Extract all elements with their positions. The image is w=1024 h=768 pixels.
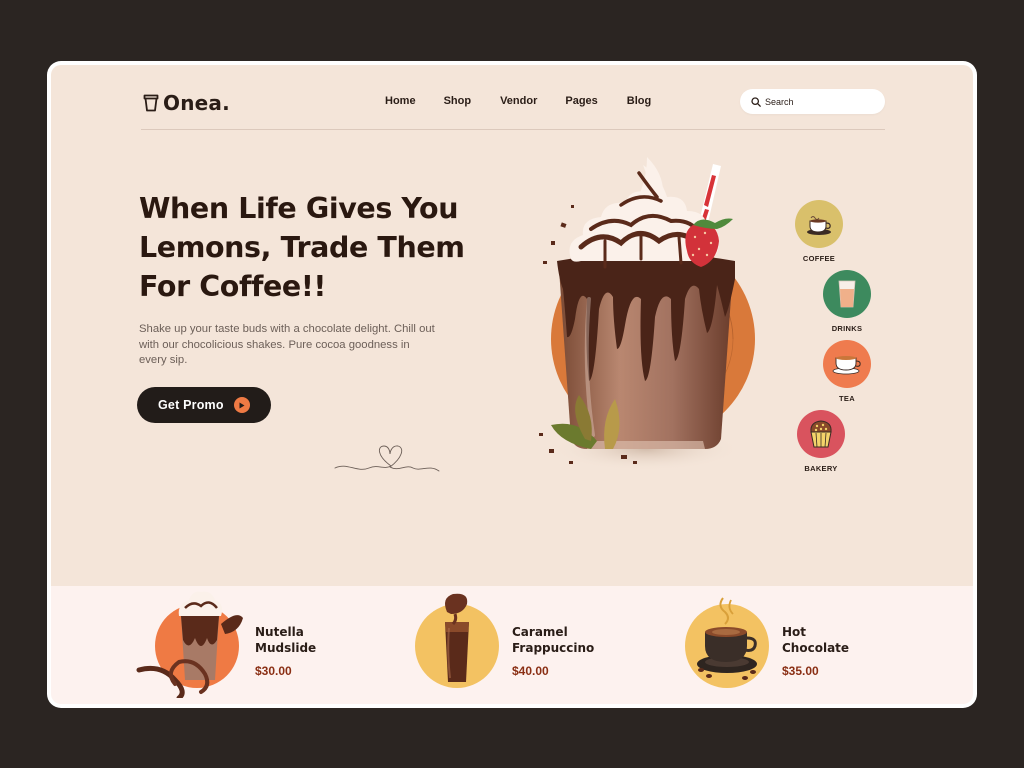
product-name-line: Frappuccino bbox=[512, 640, 595, 655]
brand-logo[interactable]: Onea. bbox=[143, 91, 230, 115]
featured-products: Nutella Mudslide $30.00 Caramel Frappucc… bbox=[51, 586, 973, 704]
category-coffee[interactable]: COFFEE bbox=[795, 200, 843, 263]
product-card[interactable]: Nutella Mudslide $30.00 bbox=[135, 586, 365, 704]
chocolate-milkshake-image bbox=[539, 157, 755, 471]
product-name: Nutella Mudslide bbox=[255, 625, 316, 656]
category-drinks[interactable]: DRINKS bbox=[823, 270, 871, 333]
headline-line: Lemons, Trade Them bbox=[139, 231, 465, 264]
product-price: $35.00 bbox=[782, 664, 819, 678]
get-promo-label: Get Promo bbox=[158, 398, 224, 412]
product-name-line: Nutella bbox=[255, 625, 304, 639]
muffin-icon bbox=[810, 420, 832, 448]
category-circle bbox=[795, 200, 843, 248]
product-name-line: Mudslide bbox=[255, 640, 317, 655]
category-bakery[interactable]: BAKERY bbox=[797, 410, 845, 473]
product-name-line: Chocolate bbox=[782, 640, 850, 655]
headline-line: When Life Gives You bbox=[139, 192, 459, 225]
product-name: Caramel Frappuccino bbox=[512, 625, 594, 656]
product-card[interactable]: Caramel Frappuccino $40.00 bbox=[415, 586, 645, 704]
hero-description: Shake up your taste buds with a chocolat… bbox=[139, 323, 435, 366]
nav-item-shop[interactable]: Shop bbox=[444, 95, 472, 107]
product-name-line: Hot bbox=[782, 625, 807, 639]
app-window: Onea. Home Shop Vendor Pages Blog When L… bbox=[47, 61, 977, 708]
category-circle bbox=[823, 270, 871, 318]
headline-line: For Coffee!! bbox=[139, 270, 327, 303]
category-label: DRINKS bbox=[831, 324, 863, 333]
nav-item-vendor[interactable]: Vendor bbox=[500, 95, 537, 107]
nav-item-blog[interactable]: Blog bbox=[627, 95, 651, 107]
nav-item-home[interactable]: Home bbox=[385, 95, 416, 107]
nav-item-pages[interactable]: Pages bbox=[565, 95, 597, 107]
category-label: BAKERY bbox=[804, 464, 838, 473]
cup-icon bbox=[143, 94, 159, 112]
search-input[interactable] bbox=[765, 96, 875, 107]
main-nav: Home Shop Vendor Pages Blog bbox=[385, 95, 651, 107]
product-price: $40.00 bbox=[512, 664, 549, 678]
brand-name: Onea. bbox=[163, 91, 230, 115]
category-circle bbox=[797, 410, 845, 458]
category-label: COFFEE bbox=[802, 254, 836, 263]
drink-glass-icon bbox=[838, 280, 856, 308]
milkshake-icon bbox=[136, 591, 243, 698]
category-circle bbox=[823, 340, 871, 388]
category-label: TEA bbox=[839, 394, 855, 403]
frappuccino-icon bbox=[445, 593, 469, 682]
play-icon bbox=[234, 397, 250, 413]
header-divider bbox=[141, 129, 885, 130]
coffee-cup-icon bbox=[807, 216, 831, 235]
product-card[interactable]: Hot Chocolate $35.00 bbox=[685, 586, 915, 704]
product-name-line: Caramel bbox=[512, 625, 568, 639]
hero-headline: When Life Gives You Lemons, Trade Them F… bbox=[139, 189, 499, 306]
product-name: Hot Chocolate bbox=[782, 625, 849, 656]
get-promo-button[interactable]: Get Promo bbox=[137, 387, 271, 423]
product-price: $30.00 bbox=[255, 664, 292, 678]
category-tea[interactable]: TEA bbox=[823, 340, 871, 403]
hero-section: Onea. Home Shop Vendor Pages Blog When L… bbox=[51, 65, 973, 586]
tea-cup-icon bbox=[832, 356, 861, 375]
search-box[interactable] bbox=[740, 89, 885, 114]
heart-doodle-icon bbox=[334, 445, 440, 472]
search-icon bbox=[751, 96, 761, 107]
hot-chocolate-icon bbox=[697, 597, 757, 680]
